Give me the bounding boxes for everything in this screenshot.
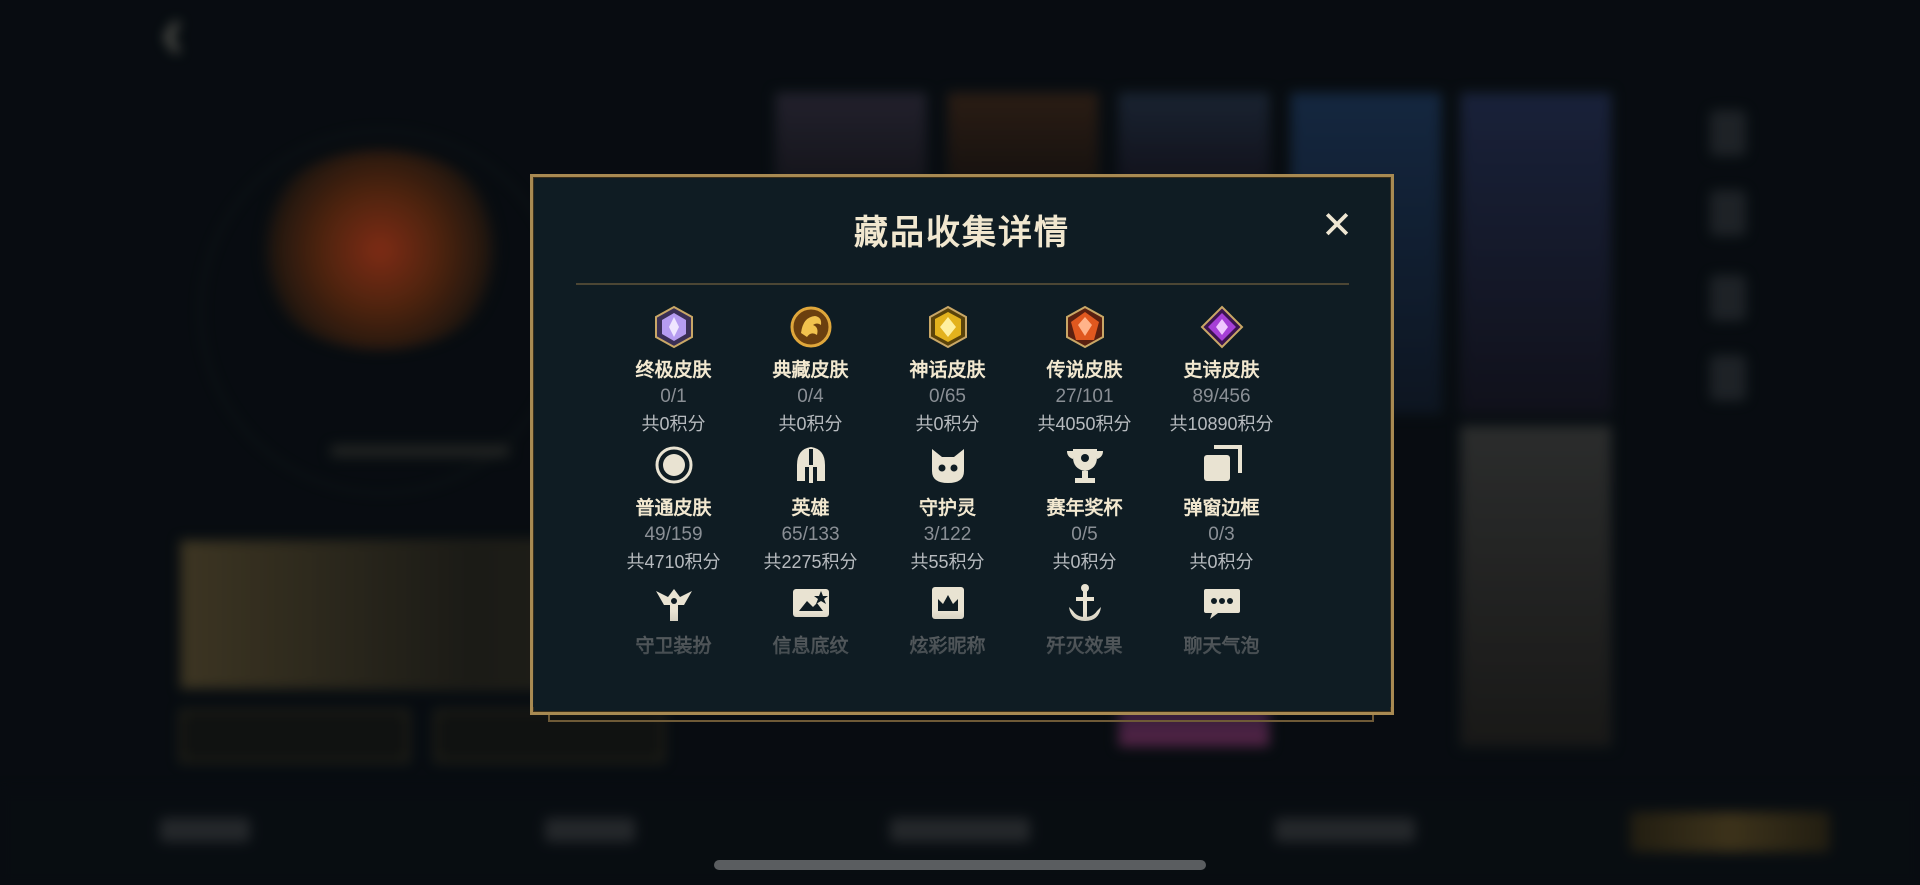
chat-bubble-icon xyxy=(1200,581,1244,625)
category-label: 史诗皮肤 xyxy=(1183,360,1260,381)
category-item[interactable]: 史诗皮肤 89/456 共10890积分 xyxy=(1153,305,1290,443)
category-label: 弹窗边框 xyxy=(1183,498,1260,519)
category-points: 共0积分 xyxy=(1052,552,1117,572)
ultimate-gem-icon xyxy=(652,305,696,349)
legend-gem-icon xyxy=(1063,305,1107,349)
close-icon[interactable]: ✕ xyxy=(1321,207,1353,245)
category-count: 49/159 xyxy=(644,524,703,545)
category-count: 27/101 xyxy=(1055,386,1114,407)
category-label: 歼灭效果 xyxy=(1046,636,1123,657)
dragon-emblem-icon xyxy=(789,305,833,349)
category-points: 共4710积分 xyxy=(626,552,721,572)
category-item[interactable]: 神话皮肤 0/65 共0积分 xyxy=(879,305,1016,443)
trophy-icon xyxy=(1063,443,1107,487)
mythic-gem-icon xyxy=(926,305,970,349)
category-count: 0/5 xyxy=(1071,524,1098,545)
category-points: 共0积分 xyxy=(1189,552,1254,572)
category-label: 典藏皮肤 xyxy=(772,360,849,381)
category-item[interactable]: 英雄 65/133 共2275积分 xyxy=(742,443,879,581)
category-item[interactable]: 赛年奖杯 0/5 共0积分 xyxy=(1016,443,1153,581)
category-item[interactable]: 传说皮肤 27/101 共4050积分 xyxy=(1016,305,1153,443)
category-grid: 终极皮肤 0/1 共0积分 典藏皮肤 0/4 共0积分 神话皮肤 0/65 共0… xyxy=(605,305,1319,719)
category-label: 信息底纹 xyxy=(772,636,849,657)
category-item[interactable]: 炫彩昵称 xyxy=(879,581,1016,719)
category-item[interactable]: 普通皮肤 49/159 共4710积分 xyxy=(605,443,742,581)
nameplate-crown-icon xyxy=(926,581,970,625)
category-count: 65/133 xyxy=(781,524,840,545)
category-points: 共4050积分 xyxy=(1037,414,1132,434)
home-indicator[interactable] xyxy=(714,860,1206,870)
category-row: 普通皮肤 49/159 共4710积分 英雄 65/133 共2275积分 守护… xyxy=(605,443,1319,581)
ward-icon xyxy=(652,581,696,625)
category-points: 共2275积分 xyxy=(763,552,858,572)
category-points: 共0积分 xyxy=(915,414,980,434)
category-row: 终极皮肤 0/1 共0积分 典藏皮肤 0/4 共0积分 神话皮肤 0/65 共0… xyxy=(605,305,1319,443)
category-row: 守卫装扮 信息底纹 炫彩昵称 歼灭效果 聊天气泡 xyxy=(605,581,1319,719)
category-label: 炫彩昵称 xyxy=(909,636,986,657)
category-points: 共0积分 xyxy=(778,414,843,434)
category-count: 89/456 xyxy=(1192,386,1251,407)
category-count: 0/4 xyxy=(797,386,824,407)
dialog-title: 藏品收集详情 xyxy=(854,214,1070,252)
category-points: 共55积分 xyxy=(910,552,985,572)
category-label: 守卫装扮 xyxy=(635,636,712,657)
category-item[interactable]: 弹窗边框 0/3 共0积分 xyxy=(1153,443,1290,581)
ring-icon xyxy=(652,443,696,487)
frame-icon xyxy=(1200,443,1244,487)
category-label: 传说皮肤 xyxy=(1046,360,1123,381)
category-count: 3/122 xyxy=(923,524,972,545)
anchor-icon xyxy=(1063,581,1107,625)
category-item[interactable]: 典藏皮肤 0/4 共0积分 xyxy=(742,305,879,443)
category-item[interactable]: 信息底纹 xyxy=(742,581,879,719)
category-count: 0/1 xyxy=(660,386,687,407)
category-points: 共0积分 xyxy=(641,414,706,434)
helmet-icon xyxy=(789,443,833,487)
category-label: 英雄 xyxy=(791,498,830,519)
collection-detail-dialog: 藏品收集详情 ✕ 终极皮肤 0/1 共0积分 典藏皮肤 0/4 共0积分 神话皮… xyxy=(530,174,1394,715)
epic-gem-icon xyxy=(1200,305,1244,349)
category-count: 0/3 xyxy=(1208,524,1235,545)
category-label: 守护灵 xyxy=(918,498,976,519)
category-item[interactable]: 守卫装扮 xyxy=(605,581,742,719)
category-count: 0/65 xyxy=(929,386,966,407)
category-label: 终极皮肤 xyxy=(635,360,712,381)
spirit-pet-icon xyxy=(926,443,970,487)
category-label: 聊天气泡 xyxy=(1183,636,1260,657)
info-card-icon xyxy=(789,581,833,625)
category-item[interactable]: 终极皮肤 0/1 共0积分 xyxy=(605,305,742,443)
category-item[interactable]: 守护灵 3/122 共55积分 xyxy=(879,443,1016,581)
title-divider xyxy=(576,283,1349,285)
category-label: 神话皮肤 xyxy=(909,360,986,381)
category-item[interactable]: 聊天气泡 xyxy=(1153,581,1290,719)
category-points: 共10890积分 xyxy=(1169,414,1274,434)
category-label: 普通皮肤 xyxy=(635,498,712,519)
category-label: 赛年奖杯 xyxy=(1046,498,1123,519)
category-item[interactable]: 歼灭效果 xyxy=(1016,581,1153,719)
